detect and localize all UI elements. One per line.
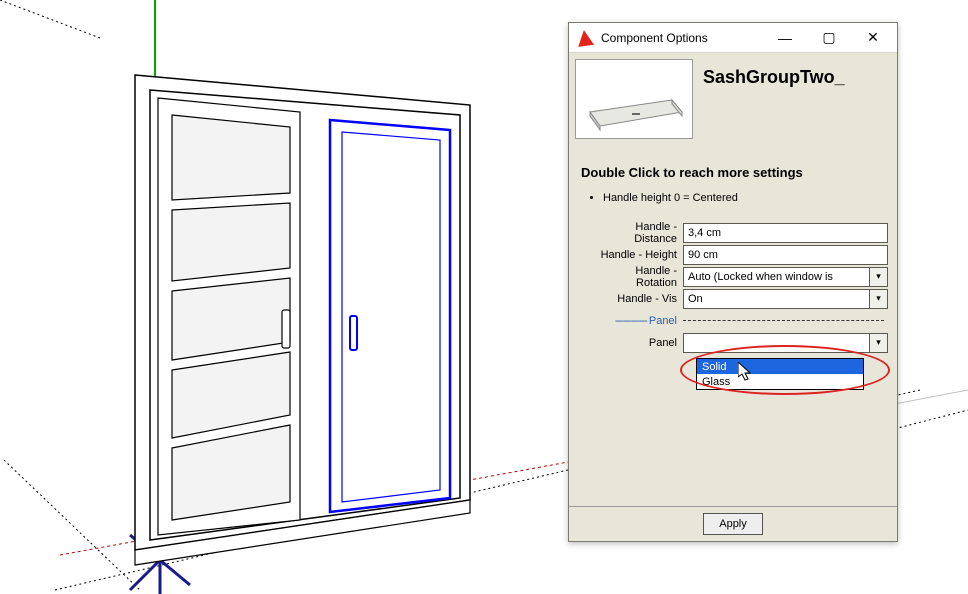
select-handle-vis[interactable]: On ▾ [683,289,888,309]
component-thumbnail [575,59,693,139]
apply-button[interactable]: Apply [703,513,763,535]
panel-option-solid[interactable]: Solid [697,359,863,374]
maximize-button[interactable]: ▢ [807,24,851,52]
close-button[interactable]: ✕ [851,24,895,52]
select-panel[interactable]: ▾ [683,333,888,353]
select-handle-vis-value: On [688,293,703,305]
panel-dropdown-list[interactable]: Solid Glass [696,358,864,390]
parameters-panel: Handle - Distance 3,4 cm Handle - Height… [575,222,891,360]
chevron-down-icon: ▾ [869,268,887,286]
component-name: SashGroupTwo_ [703,59,845,88]
section-header-panel: Panel [593,315,683,327]
panel-option-glass[interactable]: Glass [697,374,863,389]
section-divider [683,320,884,321]
label-handle-height: Handle - Height [593,249,683,261]
chevron-down-icon: ▾ [869,334,887,352]
left-sash-solid [158,98,300,535]
note-handle-height: Handle height 0 = Centered [603,190,891,208]
minimize-button[interactable]: — [763,24,807,52]
input-handle-distance[interactable]: 3,4 cm [683,223,888,243]
dialog-title: Component Options [601,31,763,45]
label-handle-vis: Handle - Vis [593,293,683,305]
label-handle-rotation: Handle - Rotation [593,265,683,289]
right-sash-selected [330,120,450,512]
select-handle-rotation-value: Auto (Locked when window is [688,271,833,283]
label-panel: Panel [593,337,683,349]
select-handle-rotation[interactable]: Auto (Locked when window is ▾ [683,267,888,287]
titlebar[interactable]: Component Options — ▢ ✕ [569,23,897,53]
input-handle-height[interactable]: 90 cm [683,245,888,265]
sketchup-icon [576,28,594,46]
chevron-down-icon: ▾ [869,290,887,308]
label-handle-distance: Handle - Distance [593,221,683,245]
settings-subtitle: Double Click to reach more settings [581,165,891,180]
component-options-dialog: Component Options — ▢ ✕ SashGroupTwo_ Do… [568,22,898,542]
